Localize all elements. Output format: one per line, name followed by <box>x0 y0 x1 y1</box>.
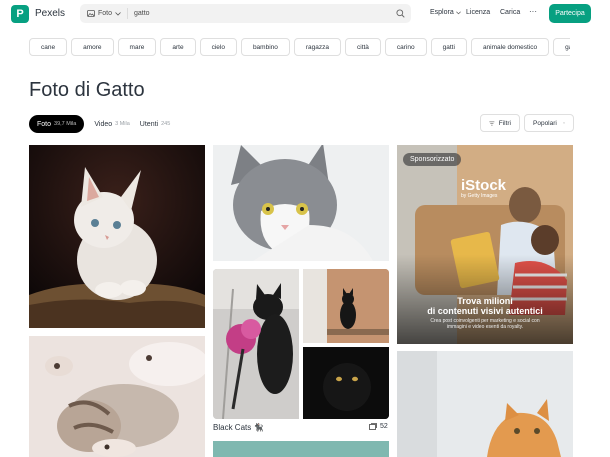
collection-caption[interactable]: Black Cats 🐈‍⬛ <box>213 423 263 432</box>
photo-icon <box>87 10 95 17</box>
sponsored-badge: Sponsorizzato <box>403 153 462 166</box>
collection-icon <box>369 423 377 430</box>
collection-count: 52 <box>369 423 388 430</box>
ad-subtext: Crea post coinvolgenti per marketing e s… <box>430 318 540 330</box>
sponsored-ad[interactable]: Sponsorizzato iStock by Getty Images Tro… <box>397 145 573 344</box>
related-searches: cane amore mare arte cielo bambino ragaz… <box>29 38 570 56</box>
search-input[interactable] <box>134 4 374 23</box>
chip-amore[interactable]: amore <box>71 38 114 56</box>
ginger-cat-image <box>397 351 573 457</box>
photo-grey-white-cat[interactable] <box>213 145 389 261</box>
page-title: Foto di Gatto <box>29 79 145 101</box>
photo-black-kitten-toy[interactable] <box>213 269 299 419</box>
nav-upload[interactable]: Carica <box>500 9 520 16</box>
istock-logo-sub: by Getty Images <box>461 193 498 199</box>
black-cat-eyes-image <box>303 347 389 419</box>
media-tabs: Foto 39,7 Mila Video 3 Mila Utenti 245 <box>29 115 170 133</box>
chip-gatti[interactable]: gatti <box>430 38 467 56</box>
ad-headline: Trova milioni di contenuti visivi autent… <box>427 296 543 316</box>
sort-dropdown[interactable]: Popolari <box>524 114 574 132</box>
photo-partial-bottom[interactable] <box>213 441 389 457</box>
chip-animale-domestico[interactable]: animale domestico <box>470 38 550 56</box>
chevron-down-icon <box>115 11 121 16</box>
photo-black-cat-eyes[interactable] <box>303 347 389 419</box>
photo-black-cat-shelf[interactable] <box>303 269 389 343</box>
chip-cielo[interactable]: cielo <box>199 38 237 56</box>
nav-license[interactable]: Licenza <box>466 9 490 16</box>
tabby-kitten-image <box>29 336 205 457</box>
white-kitten-image <box>29 145 205 328</box>
chip-cane[interactable]: cane <box>29 38 68 56</box>
tab-photos[interactable]: Foto 39,7 Mila <box>29 115 85 133</box>
chip-ragazza[interactable]: ragazza <box>293 38 341 56</box>
filters-button[interactable]: Filtri <box>480 114 520 132</box>
black-cat-shelf-image <box>303 269 389 343</box>
tab-users[interactable]: Utenti 245 <box>140 115 170 133</box>
chevron-down-icon <box>562 122 565 124</box>
black-kitten-image <box>213 269 299 419</box>
search-divider <box>127 8 128 19</box>
chip-arte[interactable]: arte <box>160 38 196 56</box>
more-menu-icon[interactable]: ··· <box>529 7 537 16</box>
top-navbar: P Pexels Foto Esplora Licenza Carica ···… <box>0 0 610 28</box>
photo-tabby-kitten-lying[interactable] <box>29 336 205 457</box>
chip-citta[interactable]: città <box>345 38 381 56</box>
chip-gattino[interactable]: gattino <box>553 38 570 56</box>
tab-videos[interactable]: Video 3 Mila <box>94 115 129 133</box>
chip-mare[interactable]: mare <box>117 38 157 56</box>
grey-white-cat-image <box>213 145 389 261</box>
chevron-down-icon <box>455 11 461 14</box>
nav-explore[interactable]: Esplora <box>430 9 461 16</box>
search-category-label: Foto <box>98 10 113 17</box>
photo-white-kitten[interactable] <box>29 145 205 328</box>
pexels-logo-icon[interactable]: P <box>11 5 29 23</box>
filter-icon <box>489 121 495 125</box>
brand-name[interactable]: Pexels <box>35 8 65 19</box>
search-bar[interactable]: Foto <box>80 4 411 23</box>
search-icon[interactable] <box>396 9 405 18</box>
chip-bambino[interactable]: bambino <box>240 38 290 56</box>
join-button[interactable]: Partecipa <box>549 4 591 23</box>
photo-ginger-cat[interactable] <box>397 351 573 457</box>
search-category-dropdown[interactable]: Foto <box>87 4 121 23</box>
chip-carino[interactable]: carino <box>384 38 427 56</box>
istock-logo: iStock <box>461 177 507 194</box>
